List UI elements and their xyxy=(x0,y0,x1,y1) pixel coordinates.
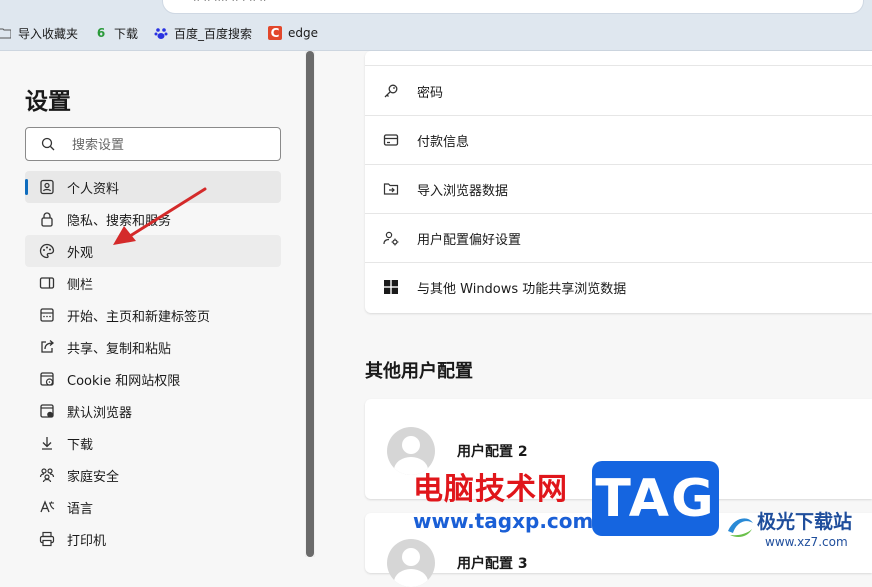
favorite-edge[interactable]: C edge xyxy=(268,26,318,40)
favorite-label: edge xyxy=(288,26,319,40)
nav-item-start-home[interactable]: 开始、主页和新建标签页 xyxy=(25,299,281,331)
annotation-arrow xyxy=(113,187,207,245)
watermark-site-name: 电脑技术网 xyxy=(413,472,568,507)
nav-item-share[interactable]: 共享、复制和粘贴 xyxy=(25,331,281,363)
address-bar[interactable]: ·· ·· ···· ·· · ·· ·· xyxy=(162,0,864,14)
row-label: 与其他 Windows 功能共享浏览数据 xyxy=(417,281,627,297)
tag-logo: TAG xyxy=(592,461,719,536)
nav-item-default-browser[interactable]: 默认浏览器 xyxy=(25,395,281,427)
edge-c-icon: C xyxy=(268,26,283,40)
nav-label: 侧栏 xyxy=(67,277,94,293)
home-tab-icon xyxy=(38,306,56,324)
profile-name: 用户配置 2 xyxy=(457,444,528,460)
share-icon xyxy=(38,338,56,356)
profile-row-passwords[interactable]: 密码 xyxy=(365,67,872,116)
nav-label: 打印机 xyxy=(67,533,107,549)
favorite-label: 导入收藏夹 xyxy=(18,26,79,41)
card-icon xyxy=(382,131,400,149)
windows-icon xyxy=(382,278,400,296)
profile-name: 用户配置 3 xyxy=(457,556,528,572)
baidu-paw-icon xyxy=(154,26,168,40)
nav-label: Cookie 和网站权限 xyxy=(67,373,181,389)
import-icon xyxy=(382,180,400,198)
favorite-baidu[interactable]: 百度_百度搜索 xyxy=(154,25,252,42)
row-label: 付款信息 xyxy=(417,134,470,150)
nav-label: 外观 xyxy=(67,245,94,261)
profile-icon xyxy=(38,178,56,196)
scrollbar-thumb[interactable] xyxy=(306,51,314,557)
nav-label: 家庭安全 xyxy=(67,469,120,485)
nav-item-language[interactable]: 语言 xyxy=(25,491,281,523)
row-label: 导入浏览器数据 xyxy=(417,183,509,199)
cookie-icon xyxy=(38,370,56,388)
profile-row-payment[interactable]: 付款信息 xyxy=(365,116,872,165)
palette-icon xyxy=(38,242,56,260)
download-6-icon: 6 xyxy=(96,26,106,40)
favorite-label: 百度_百度搜索 xyxy=(174,26,253,41)
nav-label: 语言 xyxy=(67,501,94,517)
browser-icon xyxy=(38,402,56,420)
watermark-site-url: www.tagxp.com xyxy=(413,509,594,533)
avatar xyxy=(387,539,435,587)
profile-row-windows-share[interactable]: 与其他 Windows 功能共享浏览数据 xyxy=(365,263,872,311)
sidebar-scrollbar[interactable] xyxy=(305,51,315,557)
family-icon xyxy=(38,466,56,484)
key-icon xyxy=(382,82,400,100)
nav-item-downloads[interactable]: 下载 xyxy=(25,427,281,459)
download-icon xyxy=(38,434,56,452)
nav-item-cookies[interactable]: Cookie 和网站权限 xyxy=(25,363,281,395)
nav-item-family[interactable]: 家庭安全 xyxy=(25,459,281,491)
favorite-label: 下载 xyxy=(114,26,139,41)
favorite-import[interactable]: 导入收藏夹 xyxy=(0,25,78,42)
nav-item-sidebar[interactable]: 侧栏 xyxy=(25,267,281,299)
nav-label: 共享、复制和粘贴 xyxy=(67,341,172,357)
nav-label: 下载 xyxy=(67,437,94,453)
lock-icon xyxy=(38,210,56,228)
profile-row-import[interactable]: 导入浏览器数据 xyxy=(365,165,872,214)
search-input[interactable] xyxy=(70,134,274,156)
printer-icon xyxy=(38,530,56,548)
search-icon xyxy=(41,136,55,155)
nav-label: 开始、主页和新建标签页 xyxy=(67,309,211,325)
search-box[interactable] xyxy=(25,127,281,161)
sidebar-icon xyxy=(38,274,56,292)
folder-icon xyxy=(0,26,12,40)
profile-settings-icon xyxy=(382,229,400,247)
other-profiles-heading: 其他用户配置 xyxy=(365,361,473,382)
profile-row-partial[interactable] xyxy=(365,17,872,66)
address-text: ·· ·· ···· ·· · ·· ·· xyxy=(193,0,267,7)
page-title: 设置 xyxy=(25,89,71,115)
row-label: 密码 xyxy=(417,85,444,101)
jg-name: 极光下载站 xyxy=(757,511,853,533)
favorite-download[interactable]: 6 下载 xyxy=(94,25,138,42)
address-bar-area: ·· ·· ···· ·· · ·· ·· xyxy=(0,0,872,16)
profile-row-preferences[interactable]: 用户配置偏好设置 xyxy=(365,214,872,263)
profile-card: 密码 付款信息 导入浏览器数据 用户配置偏好设置 与其他 Windows 功能共… xyxy=(365,51,872,313)
nav-label: 默认浏览器 xyxy=(67,405,133,421)
nav-item-printers[interactable]: 打印机 xyxy=(25,523,281,555)
jg-watermark: 极光下载站 www.xz7.com xyxy=(725,505,872,557)
partial-icon xyxy=(382,32,400,50)
language-icon xyxy=(38,498,56,516)
jg-swirl-icon xyxy=(728,518,753,537)
jg-url: www.xz7.com xyxy=(765,535,848,549)
row-label: 用户配置偏好设置 xyxy=(417,232,522,248)
